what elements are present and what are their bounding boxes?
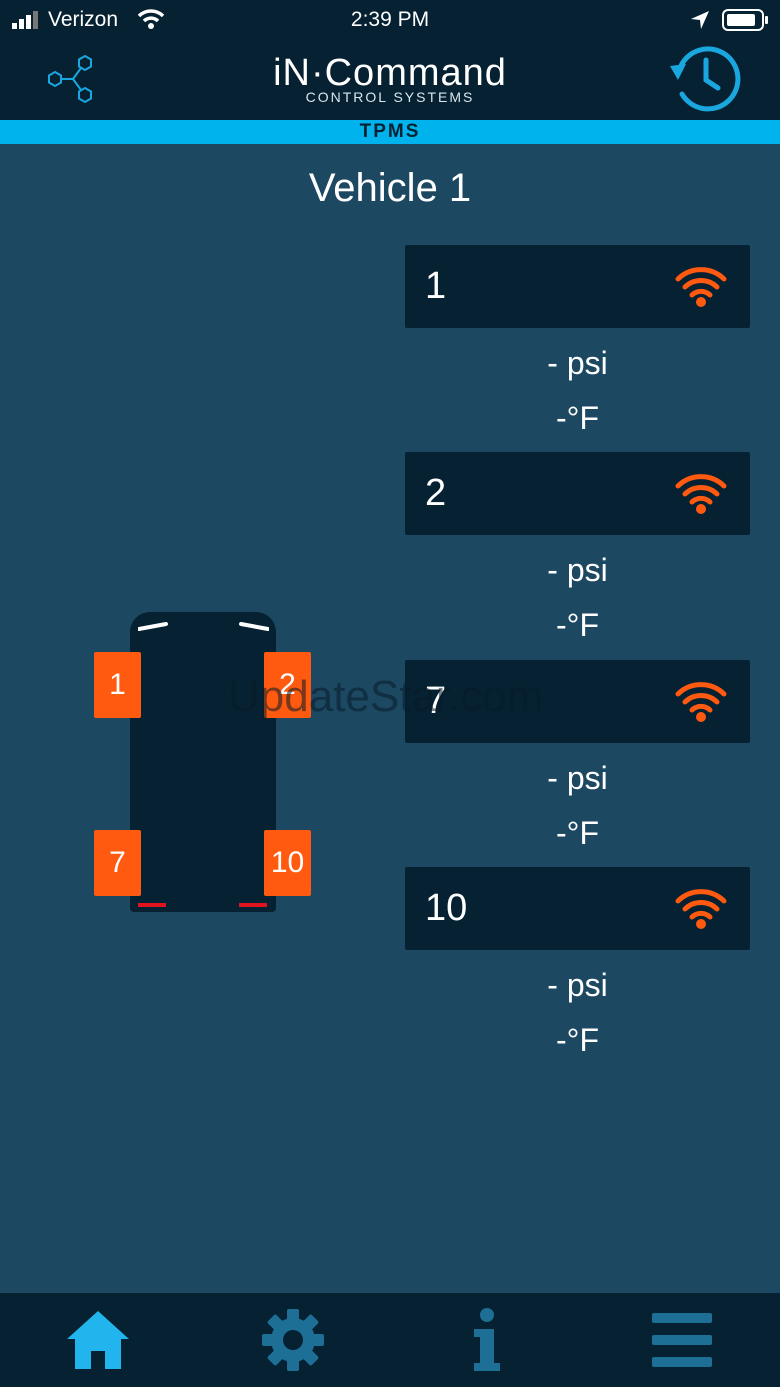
sensor-id: 1 <box>425 265 447 307</box>
section-title-bar: TPMS <box>0 120 780 144</box>
sensor-panel-1[interactable]: 1 <box>405 245 750 328</box>
sensor-signal-icon <box>674 470 728 521</box>
sensor-pressure: - psi <box>547 345 608 381</box>
vehicle-title: Vehicle 1 <box>308 166 472 210</box>
taillight-left <box>138 903 166 907</box>
sensor-temperature: -°F <box>556 400 599 436</box>
sensor-panel-2[interactable]: 2 <box>405 452 750 535</box>
battery-icon <box>722 8 770 37</box>
sensor-id: 2 <box>425 472 447 514</box>
taillight-right <box>239 903 267 907</box>
sensor-temperature: -°F <box>556 1022 599 1058</box>
headlight-left <box>137 619 168 637</box>
clock: 2:39 PM <box>350 8 430 31</box>
sensor-temperature: -°F <box>556 815 599 851</box>
menu-icon[interactable] <box>647 1305 717 1375</box>
brand-subtitle: CONTROL SYSTEMS <box>305 89 475 105</box>
location-arrow-icon <box>690 10 710 35</box>
info-icon[interactable] <box>452 1305 522 1375</box>
tire-front-left[interactable]: 1 <box>94 652 141 718</box>
connection-network-icon[interactable] <box>45 52 97 111</box>
sensor-pressure: - psi <box>547 967 608 1003</box>
sensor-id: 10 <box>425 887 468 929</box>
watermark: UpdateStar.com <box>228 672 544 721</box>
home-icon[interactable] <box>63 1305 133 1375</box>
sensor-temperature: -°F <box>556 607 599 643</box>
tire-rear-right[interactable]: 10 <box>264 830 311 896</box>
history-clock-icon[interactable] <box>668 44 742 119</box>
sensor-pressure: - psi <box>547 552 608 588</box>
tire-rear-left[interactable]: 7 <box>94 830 141 896</box>
sensor-signal-icon <box>674 885 728 936</box>
headlight-right <box>239 619 270 637</box>
sensor-signal-icon <box>674 263 728 314</box>
sensor-signal-icon <box>674 678 728 729</box>
sensor-pressure: - psi <box>547 760 608 796</box>
vehicle-diagram <box>130 612 276 912</box>
sensor-panel-10[interactable]: 10 <box>405 867 750 950</box>
gear-icon[interactable] <box>258 1305 328 1375</box>
